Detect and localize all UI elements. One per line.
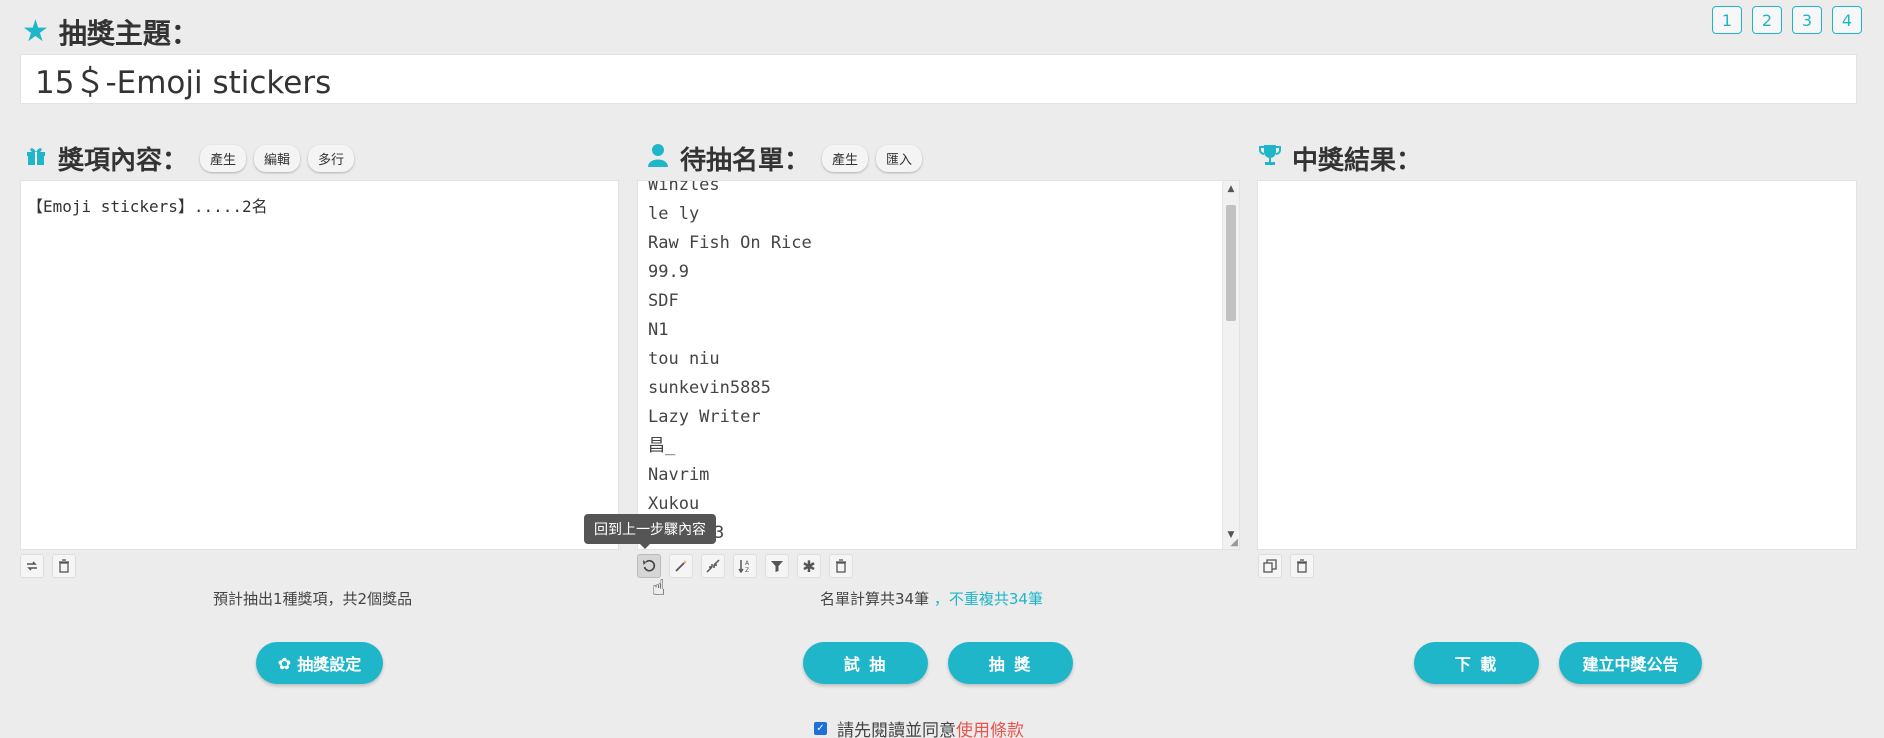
- result-toolbar: [1258, 554, 1314, 578]
- list-item: sunkevin5885: [648, 378, 771, 398]
- filter-icon: [771, 561, 783, 572]
- gift-icon: [22, 143, 50, 174]
- prize-toolbar: [20, 554, 76, 578]
- prize-content-textarea[interactable]: 【Emoji stickers】.....2名: [20, 180, 619, 550]
- sort-az-icon: AZ: [738, 560, 750, 573]
- lottery-page: ★ 抽獎主題： 1 2 3 4 15＄-Emoji stickers 獎項內容：…: [0, 0, 1884, 738]
- page-button-1[interactable]: 1: [1712, 6, 1742, 34]
- magic-wand-button[interactable]: [669, 554, 693, 578]
- resize-grip-icon[interactable]: ◢: [1230, 537, 1238, 548]
- result-clear-button[interactable]: [1290, 554, 1314, 578]
- page-button-3[interactable]: 3: [1792, 6, 1822, 34]
- trophy-icon: [1256, 143, 1284, 174]
- magic-wand-icon: [675, 560, 687, 572]
- list-item: Navrim: [648, 465, 710, 485]
- list-item: 昌_: [648, 436, 676, 456]
- candidates-label: 待抽名單：: [680, 146, 811, 176]
- undo-icon: [643, 559, 656, 572]
- topic-input[interactable]: 15＄-Emoji stickers: [20, 54, 1857, 104]
- scroll-up-arrow-icon[interactable]: ▲: [1223, 181, 1239, 197]
- asterisk-icon: ✱: [802, 556, 816, 576]
- gear-icon: ✿: [277, 653, 294, 673]
- page-button-2[interactable]: 2: [1752, 6, 1782, 34]
- prize-multiline-button[interactable]: 多行: [308, 145, 355, 172]
- terms-link[interactable]: 使用條款: [956, 721, 1024, 738]
- list-item: 3: [714, 523, 725, 543]
- trial-draw-button[interactable]: 試 抽: [803, 642, 928, 684]
- star-icon: ★: [22, 14, 49, 49]
- create-announcement-button[interactable]: 建立中獎公告: [1559, 642, 1702, 684]
- prize-edit-button[interactable]: 編輯: [254, 145, 301, 172]
- candidates-textarea[interactable]: Winzles le ly Raw Fish On Rice 99.9 SDF …: [637, 180, 1240, 550]
- trash-icon: [59, 559, 69, 573]
- user-icon: [644, 143, 672, 174]
- candidates-unique-count: ，不重複共34筆: [933, 590, 1043, 608]
- svg-text:Z: Z: [745, 567, 749, 573]
- prize-label: 獎項內容：: [58, 146, 189, 176]
- candidates-clear-button[interactable]: [829, 554, 853, 578]
- list-item: Raw Fish On Rice: [648, 233, 812, 253]
- repeat-icon: [27, 561, 37, 571]
- candidates-summary: 名單計算共34筆 ，不重複共34筆: [820, 588, 1043, 609]
- terms-agreement: ✓ 請先閱讀並同意使用條款: [814, 716, 1024, 738]
- asterisk-button[interactable]: ✱: [797, 554, 821, 578]
- filter-button[interactable]: [765, 554, 789, 578]
- compress-icon: [706, 559, 720, 573]
- topic-label: 抽獎主題：: [58, 17, 199, 50]
- page-button-4[interactable]: 4: [1832, 6, 1862, 34]
- trash-icon: [836, 559, 846, 573]
- agree-text: 請先閱讀並同意: [837, 721, 956, 738]
- list-item: Lazy Writer: [648, 407, 761, 427]
- hand-cursor-icon: ☝: [652, 576, 666, 601]
- list-item: SDF: [648, 291, 679, 311]
- list-item: Xukou: [648, 494, 700, 514]
- result-label: 中獎結果：: [1292, 146, 1423, 176]
- list-item: tou niu: [648, 349, 720, 369]
- agree-checkbox[interactable]: ✓: [814, 722, 827, 735]
- download-button[interactable]: 下 載: [1414, 642, 1539, 684]
- lottery-settings-label: 抽獎設定: [297, 655, 362, 674]
- candidates-scrollbar[interactable]: ▲ ▼: [1222, 181, 1239, 549]
- topic-header: ★ 抽獎主題：: [22, 12, 199, 52]
- undo-button[interactable]: [637, 554, 661, 578]
- draw-button[interactable]: 抽 獎: [948, 642, 1073, 684]
- page-number-buttons: 1 2 3 4: [1712, 6, 1862, 34]
- prize-repeat-button[interactable]: [20, 554, 44, 578]
- candidates-count: 名單計算共34筆: [820, 590, 930, 608]
- list-item: N1: [648, 320, 669, 340]
- copy-icon: [1263, 559, 1277, 573]
- prize-header: 獎項內容： 產生 編輯 多行: [22, 140, 355, 177]
- candidates-header: 待抽名單： 產生 匯入: [644, 140, 923, 177]
- sort-az-button[interactable]: AZ: [733, 554, 757, 578]
- result-header: 中獎結果：: [1256, 140, 1426, 177]
- lottery-settings-button[interactable]: ✿ 抽獎設定: [256, 642, 383, 684]
- prize-content-text: 【Emoji stickers】.....2名: [27, 197, 268, 216]
- undo-tooltip: 回到上一步驟內容: [584, 514, 716, 549]
- candidates-list: Winzles le ly Raw Fish On Rice 99.9 SDF …: [638, 180, 1239, 548]
- list-item: le ly: [648, 204, 700, 224]
- result-textarea[interactable]: [1257, 180, 1857, 550]
- svg-text:A: A: [745, 560, 750, 567]
- prize-clear-button[interactable]: [52, 554, 76, 578]
- compress-button[interactable]: [701, 554, 725, 578]
- scroll-thumb[interactable]: [1226, 205, 1236, 321]
- copy-result-button[interactable]: [1258, 554, 1282, 578]
- candidates-generate-button[interactable]: 產生: [822, 145, 869, 172]
- trash-icon: [1297, 559, 1307, 573]
- prize-summary: 預計抽出1種獎項，共2個獎品: [213, 590, 413, 608]
- list-item: Winzles: [648, 180, 720, 195]
- list-item: 99.9: [648, 262, 689, 282]
- prize-generate-button[interactable]: 產生: [200, 145, 247, 172]
- candidates-import-button[interactable]: 匯入: [876, 145, 923, 172]
- candidates-toolbar: AZ ✱: [637, 554, 853, 578]
